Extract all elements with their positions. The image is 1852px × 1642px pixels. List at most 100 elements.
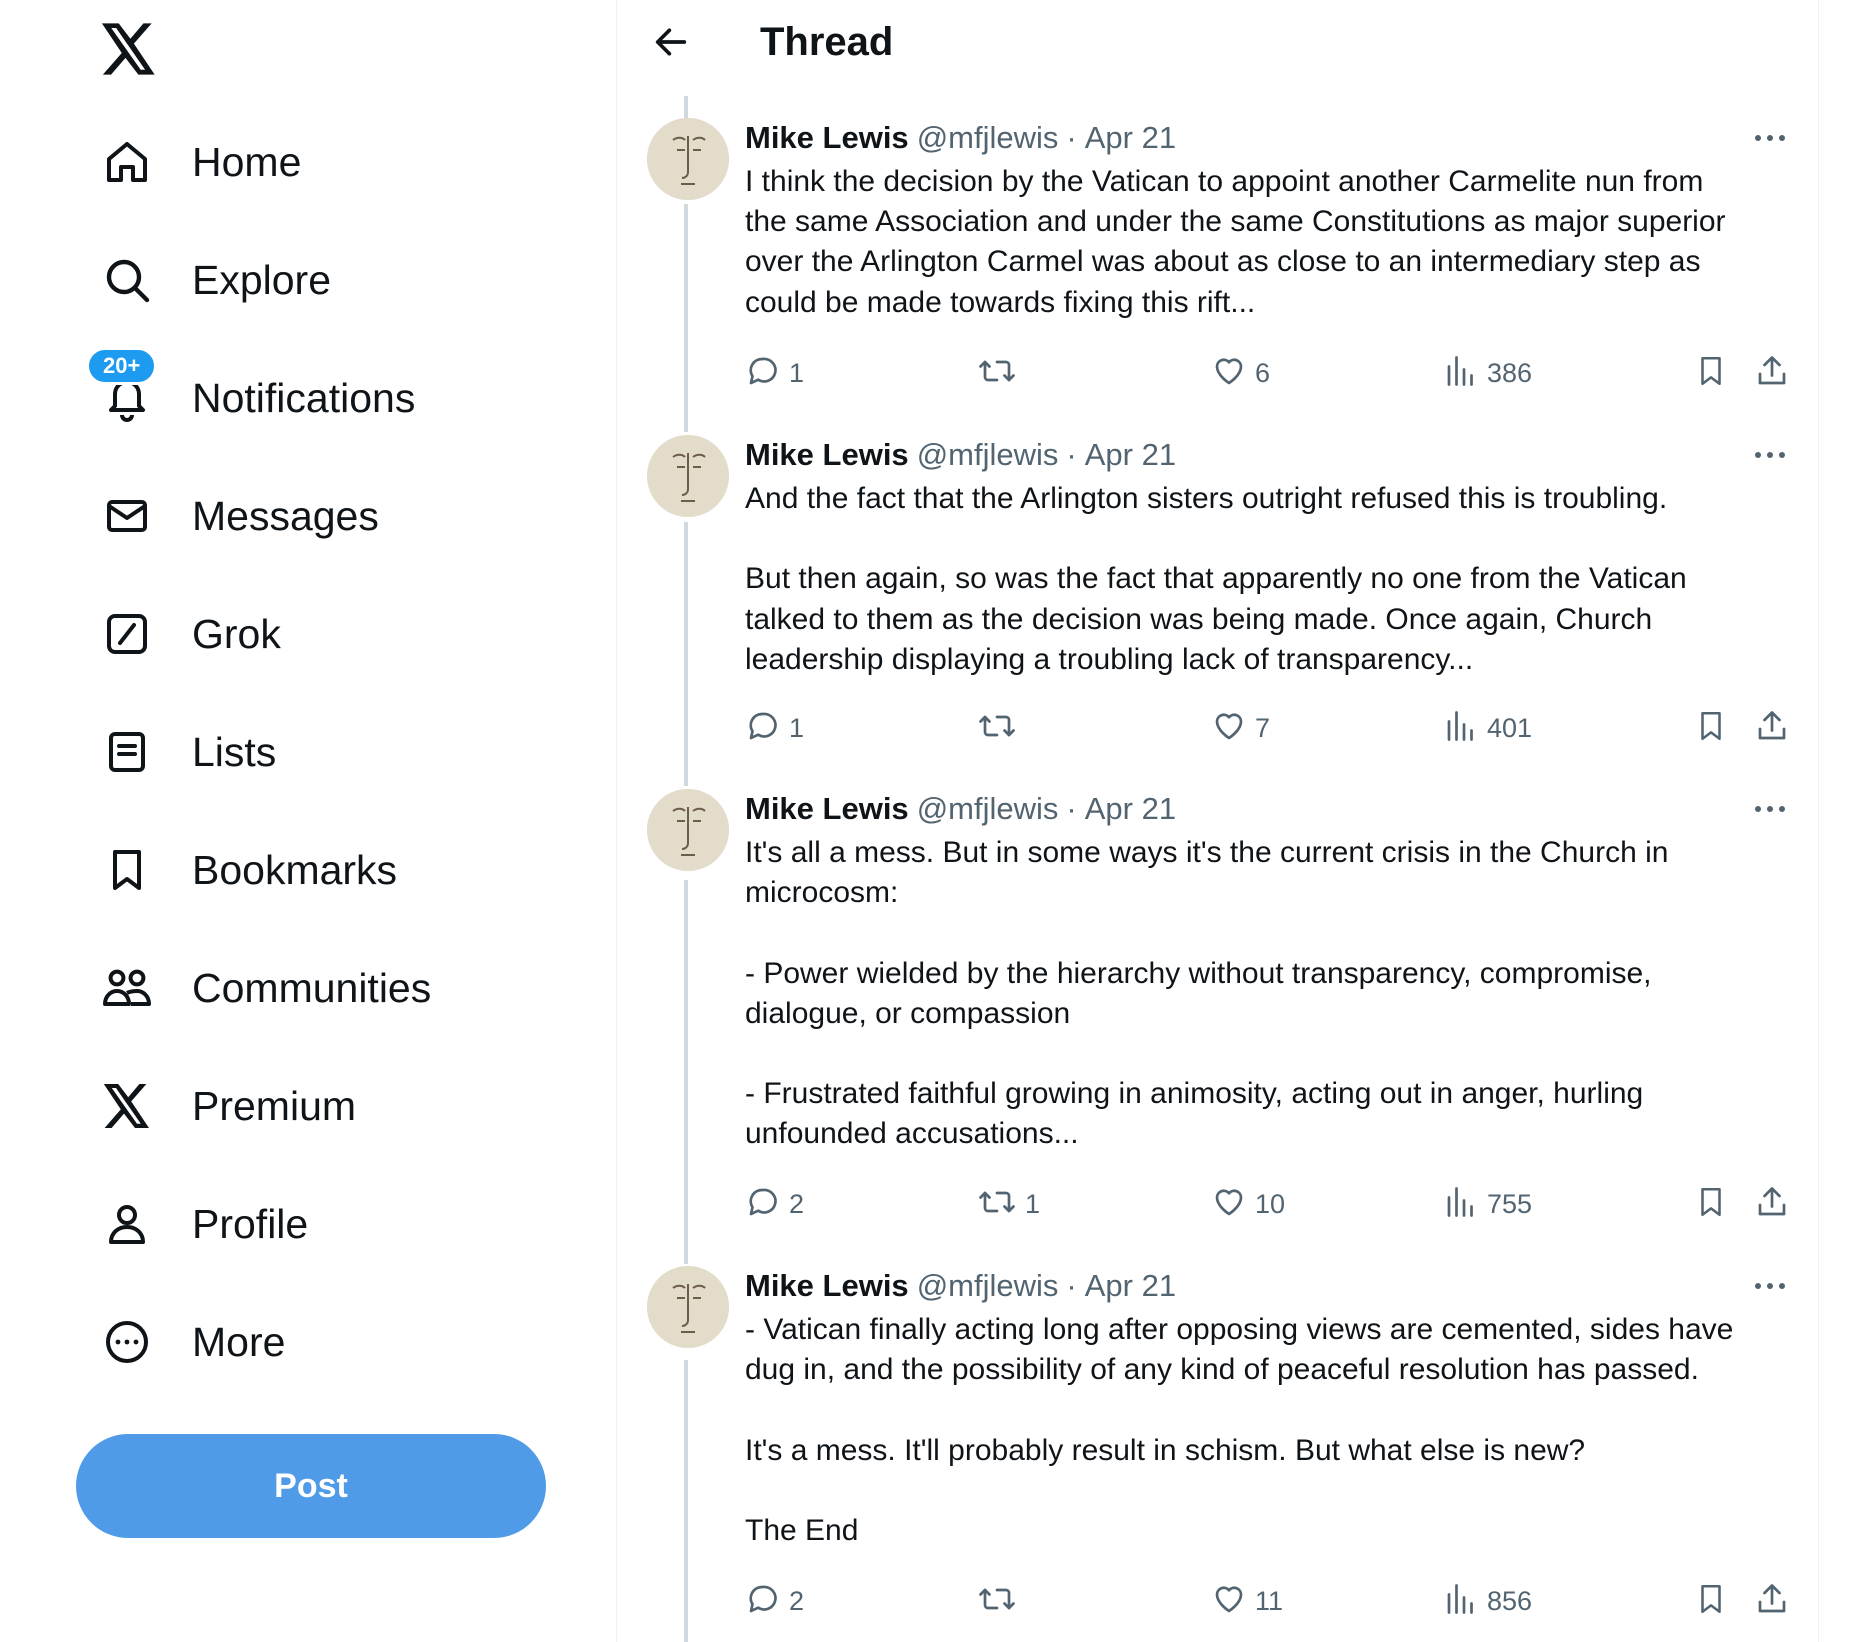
- avatar[interactable]: [647, 789, 729, 871]
- share-button[interactable]: [1754, 703, 1790, 753]
- author-name[interactable]: Mike Lewis: [745, 791, 909, 827]
- like-button[interactable]: 11: [1211, 1576, 1283, 1626]
- tweet[interactable]: Mike Lewis @mfjlewis · Apr 21 I think th…: [617, 118, 1818, 398]
- reply-icon: [745, 1581, 781, 1622]
- more-options-icon[interactable]: [1747, 437, 1793, 473]
- author-name[interactable]: Mike Lewis: [745, 1268, 909, 1304]
- back-arrow-icon[interactable]: [645, 16, 697, 68]
- author-handle[interactable]: @mfjlewis: [917, 120, 1059, 156]
- views-button[interactable]: 386: [1443, 348, 1532, 398]
- reply-button[interactable]: 1: [745, 703, 804, 753]
- nav-item-communities[interactable]: Communities: [96, 948, 431, 1028]
- reply-button[interactable]: 1: [745, 348, 804, 398]
- more-options-icon[interactable]: [1747, 791, 1793, 827]
- repost-button[interactable]: [977, 348, 1025, 398]
- tweet-date[interactable]: Apr 21: [1085, 120, 1176, 156]
- views-button[interactable]: 856: [1443, 1576, 1532, 1626]
- x-logo-icon: [96, 1075, 158, 1137]
- repost-button[interactable]: [977, 1576, 1025, 1626]
- views-button[interactable]: 755: [1443, 1179, 1532, 1229]
- author-name[interactable]: Mike Lewis: [745, 437, 909, 473]
- repost-icon: [977, 353, 1017, 394]
- views-button[interactable]: 401: [1443, 703, 1532, 753]
- post-button[interactable]: Post: [76, 1434, 546, 1538]
- bookmark-icon: [1694, 1184, 1728, 1225]
- search-icon: [96, 249, 158, 311]
- tweet-actions: 2 1 10 755: [617, 1179, 1818, 1229]
- view-count: 755: [1487, 1188, 1533, 1219]
- views-icon: [1443, 1581, 1479, 1622]
- bookmark-button[interactable]: [1694, 348, 1728, 398]
- like-button[interactable]: 6: [1211, 348, 1270, 398]
- reply-icon: [745, 353, 781, 394]
- nav-label-profile: Profile: [192, 1200, 309, 1247]
- views-icon: [1443, 708, 1479, 749]
- repost-button[interactable]: [977, 703, 1025, 753]
- nav-item-home[interactable]: Home: [96, 122, 301, 202]
- bookmark-icon: [1694, 1581, 1728, 1622]
- more-circle-icon: [96, 1311, 158, 1373]
- tweet[interactable]: Mike Lewis @mfjlewis · Apr 21 And the fa…: [617, 435, 1818, 775]
- tweet-date[interactable]: Apr 21: [1085, 1268, 1176, 1304]
- share-icon: [1754, 353, 1790, 394]
- repost-icon: [977, 708, 1017, 749]
- reply-count: 1: [789, 357, 805, 388]
- like-button[interactable]: 7: [1211, 703, 1270, 753]
- nav-item-notifications[interactable]: 20+ Notifications: [86, 347, 415, 438]
- author-handle[interactable]: @mfjlewis: [917, 437, 1059, 473]
- view-count: 386: [1487, 357, 1533, 388]
- bookmark-button[interactable]: [1694, 703, 1728, 753]
- nav-item-messages[interactable]: Messages: [96, 476, 379, 556]
- avatar[interactable]: [647, 118, 729, 200]
- share-button[interactable]: [1754, 348, 1790, 398]
- more-options-icon[interactable]: [1747, 120, 1793, 156]
- reply-button[interactable]: 2: [745, 1576, 804, 1626]
- like-count: 6: [1255, 357, 1271, 388]
- bookmark-icon: [1694, 353, 1728, 394]
- tweet[interactable]: Mike Lewis @mfjlewis · Apr 21 - Vatican …: [617, 1266, 1818, 1636]
- author-handle[interactable]: @mfjlewis: [917, 1268, 1059, 1304]
- author-name[interactable]: Mike Lewis: [745, 120, 909, 156]
- tweet-date[interactable]: Apr 21: [1085, 437, 1176, 473]
- author-handle[interactable]: @mfjlewis: [917, 791, 1059, 827]
- bookmark-button[interactable]: [1694, 1576, 1728, 1626]
- nav-label-more: More: [192, 1318, 286, 1365]
- nav-item-more[interactable]: More: [96, 1302, 285, 1382]
- avatar[interactable]: [647, 435, 729, 517]
- view-count: 401: [1487, 712, 1533, 743]
- communities-icon: [96, 957, 158, 1019]
- more-options-icon[interactable]: [1747, 1268, 1793, 1304]
- like-count: 10: [1255, 1188, 1286, 1219]
- bookmark-icon: [96, 839, 158, 901]
- repost-count: 1: [1025, 1188, 1041, 1219]
- reply-button[interactable]: 2: [745, 1179, 804, 1229]
- x-logo-icon[interactable]: [96, 16, 162, 82]
- heart-icon: [1211, 1581, 1247, 1622]
- thread-connector: [684, 96, 688, 118]
- nav-item-grok[interactable]: Grok: [96, 594, 281, 674]
- nav-item-explore[interactable]: Explore: [96, 240, 331, 320]
- repost-button[interactable]: 1: [977, 1179, 1040, 1229]
- share-button[interactable]: [1754, 1576, 1790, 1626]
- home-icon: [96, 131, 158, 193]
- tweet-actions: 2 11 856: [617, 1576, 1818, 1626]
- nav-item-premium[interactable]: Premium: [96, 1066, 356, 1146]
- heart-icon: [1211, 708, 1247, 749]
- nav-item-profile[interactable]: Profile: [96, 1184, 308, 1264]
- avatar[interactable]: [647, 1266, 729, 1348]
- tweet-header: Mike Lewis @mfjlewis · Apr 21: [745, 1266, 1176, 1306]
- bookmark-button[interactable]: [1694, 1179, 1728, 1229]
- reply-count: 1: [789, 712, 805, 743]
- bell-icon: 20+: [86, 347, 158, 429]
- page-title: Thread: [760, 20, 894, 64]
- repost-icon: [977, 1184, 1017, 1225]
- like-button[interactable]: 10: [1211, 1179, 1285, 1229]
- like-count: 7: [1255, 712, 1271, 743]
- tweet[interactable]: Mike Lewis @mfjlewis · Apr 21 It's all a…: [617, 789, 1818, 1249]
- reply-icon: [745, 1184, 781, 1225]
- tweet-actions: 1 6 386: [617, 348, 1818, 398]
- nav-item-lists[interactable]: Lists: [96, 712, 276, 792]
- nav-item-bookmarks[interactable]: Bookmarks: [96, 830, 397, 910]
- share-button[interactable]: [1754, 1179, 1790, 1229]
- tweet-date[interactable]: Apr 21: [1085, 791, 1176, 827]
